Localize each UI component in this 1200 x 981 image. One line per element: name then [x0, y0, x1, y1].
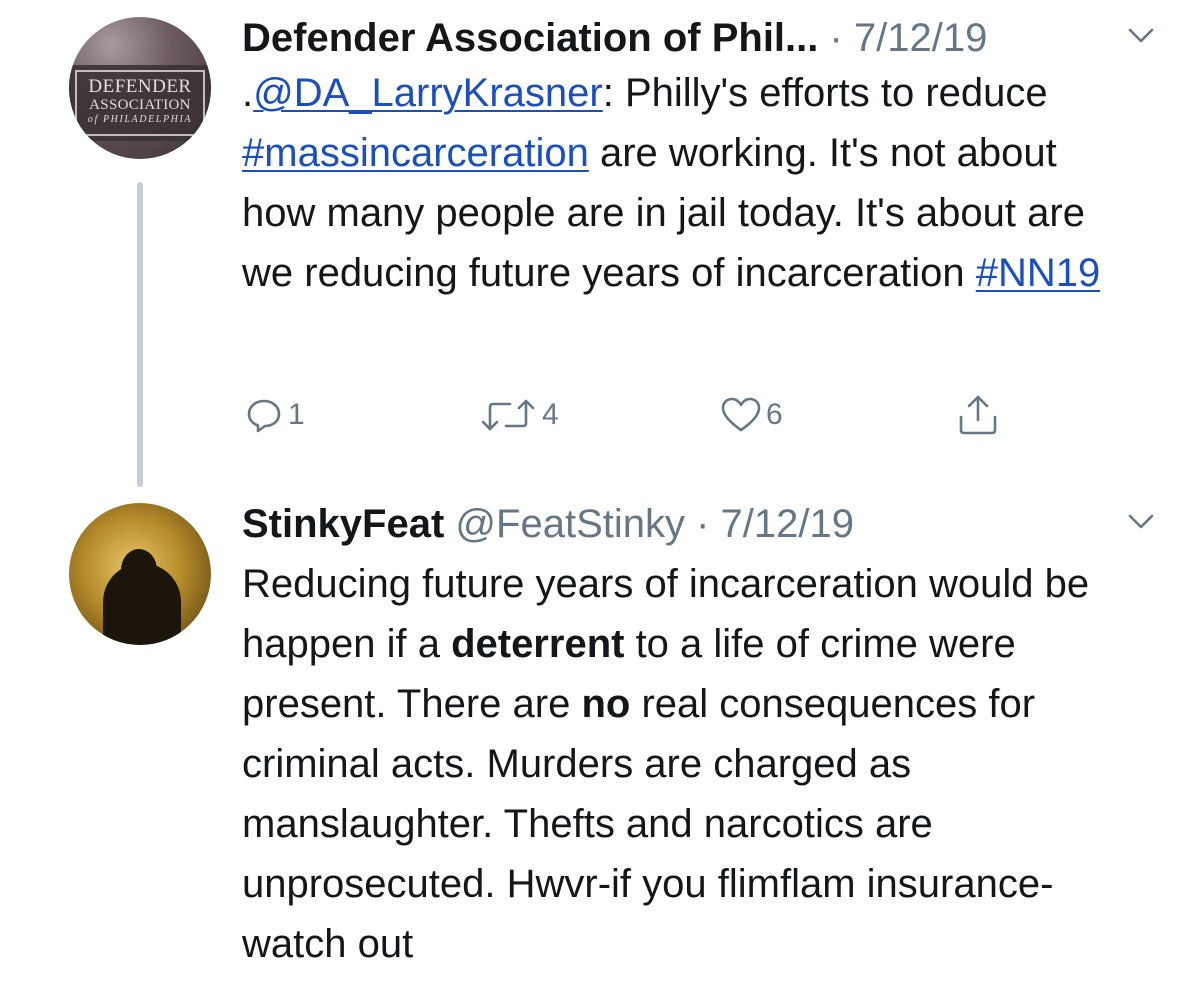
text-prefix: .: [242, 71, 254, 115]
avatar-logo-line2: ASSOCIATION: [89, 97, 191, 113]
avatar-logo-text: DEFENDER ASSOCIATION of PHILADELPHIA: [75, 70, 205, 136]
reply-icon: [247, 399, 281, 433]
stinkyfeat-avatar[interactable]: [69, 503, 211, 645]
hashtag-link[interactable]: #massincarceration: [242, 131, 589, 175]
hashtag-link[interactable]: #NN19: [976, 251, 1101, 295]
reply-count: 1: [288, 398, 305, 431]
thread-connector-line: [137, 182, 143, 487]
author-name[interactable]: Defender Association of Phil...: [242, 16, 818, 60]
heart-icon: [721, 397, 761, 432]
tweet-date[interactable]: 7/12/19: [721, 502, 854, 546]
text-bold-deterrent: deterrent: [451, 622, 625, 666]
retweet-button[interactable]: 4: [478, 390, 559, 440]
avatar-silhouette-head: [121, 549, 157, 591]
share-button[interactable]: [956, 390, 1000, 440]
tweet-header: StinkyFeat @FeatStinky · 7/12/19: [242, 499, 1182, 549]
avatar-logo-line3: of PHILADELPHIA: [87, 114, 193, 125]
like-count: 6: [766, 398, 783, 431]
author-name[interactable]: StinkyFeat: [242, 502, 444, 546]
mention-link[interactable]: @DA_LarryKrasner: [253, 71, 603, 115]
defender-association-avatar[interactable]: DEFENDER ASSOCIATION of PHILADELPHIA: [69, 17, 211, 159]
text-part1: : Philly's efforts to reduce: [602, 71, 1048, 115]
avatar-logo-line1: DEFENDER: [88, 76, 192, 97]
tweet-stinkyfeat[interactable]: StinkyFeat @FeatStinky · 7/12/19 Reducin…: [242, 499, 1182, 974]
author-handle[interactable]: @FeatStinky: [455, 502, 685, 546]
tweet-text: Reducing future years of incarceration w…: [242, 554, 1142, 974]
text-bold-no: no: [581, 682, 631, 726]
retweet-icon: [481, 399, 535, 431]
chevron-down-icon[interactable]: [1128, 27, 1154, 45]
retweet-count: 4: [542, 398, 559, 431]
tweet-text: .@DA_LarryKrasner: Philly's efforts to r…: [242, 63, 1112, 303]
tweet-header: Defender Association of Phil... · 7/12/1…: [242, 13, 1182, 63]
header-separator: ·: [818, 16, 854, 60]
reply-button[interactable]: 1: [244, 390, 305, 440]
like-button[interactable]: 6: [720, 390, 783, 440]
header-separator: ·: [685, 502, 721, 546]
tweet-actions: 1 4 6: [242, 390, 1002, 440]
tweet-date[interactable]: 7/12/19: [854, 16, 987, 60]
chevron-down-icon[interactable]: [1128, 513, 1154, 531]
share-icon: [959, 395, 997, 435]
tweet-defender-association[interactable]: Defender Association of Phil... · 7/12/1…: [242, 13, 1182, 303]
avatar-logo-plate: DEFENDER ASSOCIATION of PHILADELPHIA: [69, 65, 211, 141]
